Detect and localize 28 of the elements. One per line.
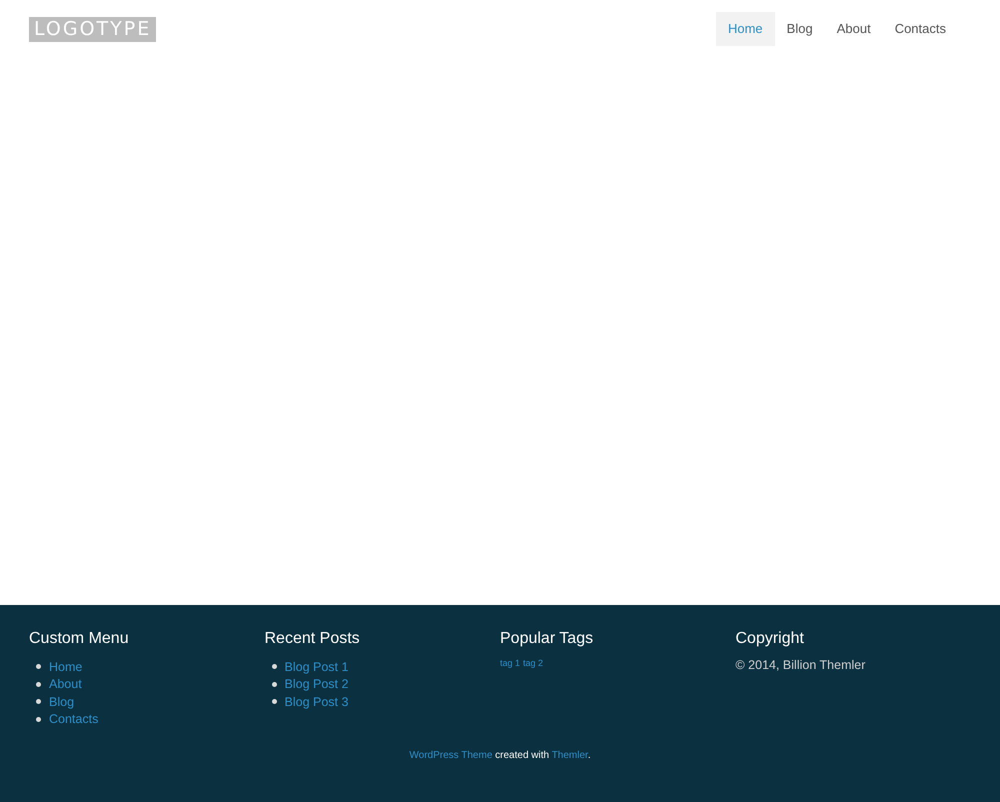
widget-title: Copyright [736,629,805,649]
copyright-text: © 2014, Billion Themler [736,658,866,672]
bullet-icon [36,716,41,722]
bullet-icon [272,664,276,670]
credit-link[interactable]: WordPress Theme [409,750,492,761]
tag-link[interactable]: tag 2 [523,658,544,668]
credit-link[interactable]: Themler [552,750,588,761]
bullet-icon [36,664,41,670]
footer-link[interactable]: Home [49,660,82,674]
widget-title: Recent Posts [264,629,361,649]
bullet-icon [272,682,276,687]
bullet-icon [36,699,41,704]
credit-text: WordPress Theme created with Themler. [408,750,592,761]
footer-link[interactable]: Blog Post 3 [284,694,348,709]
footer-link[interactable]: Blog [49,694,74,709]
nav-link[interactable]: About [824,12,883,46]
footer-link[interactable]: Contacts [49,712,98,726]
nav-link[interactable]: Home [716,12,775,46]
footer-link[interactable]: Blog Post 2 [284,677,348,692]
nav-link[interactable]: Blog [774,12,825,46]
bullet-icon [272,699,276,704]
footer-link[interactable]: About [49,677,82,692]
widget-title: Custom Menu [29,629,130,649]
footer-link[interactable]: Blog Post 1 [284,660,348,674]
tag-link[interactable]: tag 1 [500,658,520,668]
nav-link[interactable]: Contacts [882,12,958,46]
bullet-icon [36,682,41,687]
widget-title: Popular Tags [500,629,594,649]
